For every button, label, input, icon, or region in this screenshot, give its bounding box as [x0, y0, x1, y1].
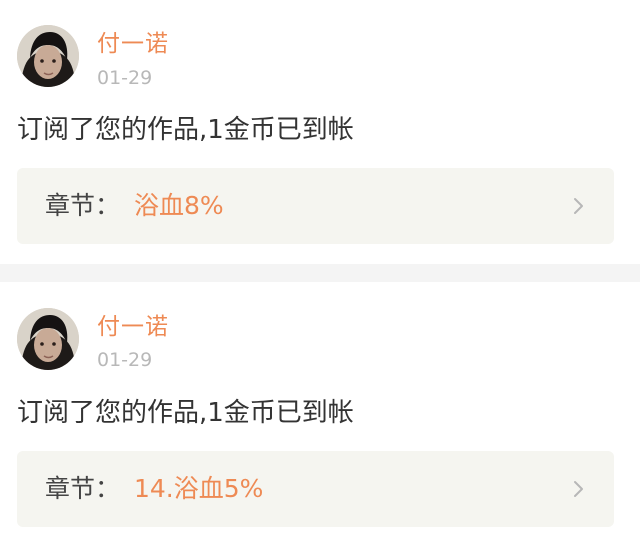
chapter-title: 14.浴血5%	[134, 474, 264, 503]
chevron-right-icon	[574, 481, 583, 497]
chapter-label: 章节：	[45, 191, 121, 220]
chapter-title: 浴血8%	[134, 191, 224, 220]
notification-message: 订阅了您的作品,1金币已到帐	[17, 398, 354, 428]
chevron-right-icon	[574, 198, 583, 214]
avatar-image	[17, 308, 79, 370]
user-avatar[interactable]	[17, 25, 79, 87]
timestamp: 01-29	[97, 67, 153, 89]
chapter-link[interactable]: 章节： 14.浴血5%	[17, 451, 614, 527]
user-avatar[interactable]	[17, 308, 79, 370]
notification-message: 订阅了您的作品,1金币已到帐	[17, 115, 354, 145]
section-divider	[0, 264, 640, 282]
notification-card[interactable]: 付一诺 01-29 订阅了您的作品,1金币已到帐 章节： 14.浴血5%	[0, 282, 640, 543]
username[interactable]: 付一诺	[97, 312, 169, 342]
timestamp: 01-29	[97, 349, 153, 371]
chapter-label: 章节：	[45, 474, 121, 503]
notification-feed: 付一诺 01-29 订阅了您的作品,1金币已到帐 章节： 浴血8% 付一诺 01…	[0, 0, 640, 543]
avatar-image	[17, 25, 79, 87]
username[interactable]: 付一诺	[97, 29, 169, 59]
notification-card[interactable]: 付一诺 01-29 订阅了您的作品,1金币已到帐 章节： 浴血8%	[0, 0, 640, 264]
chapter-link[interactable]: 章节： 浴血8%	[17, 168, 614, 244]
